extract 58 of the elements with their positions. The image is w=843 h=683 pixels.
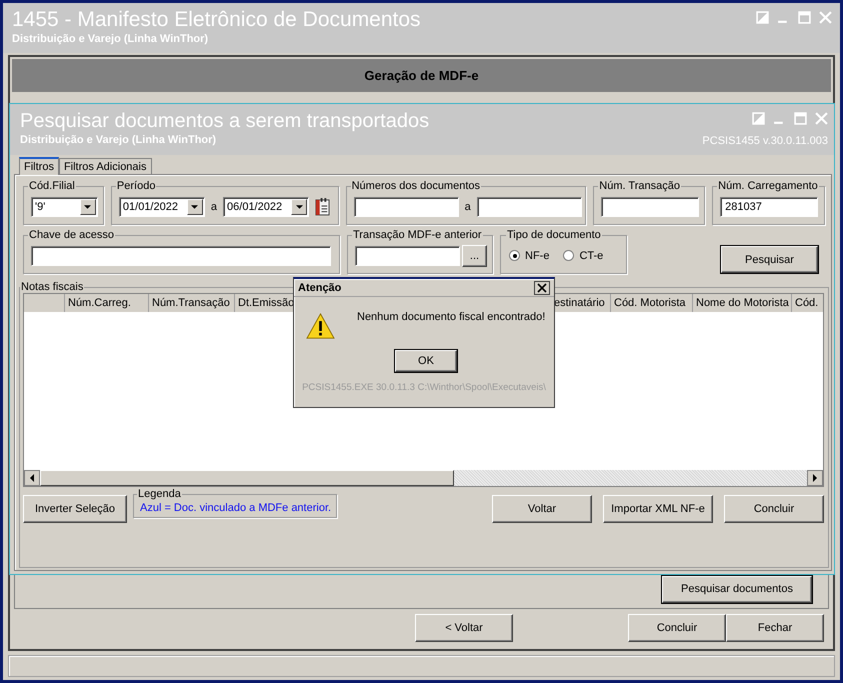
- back-button[interactable]: < Voltar: [415, 614, 513, 642]
- finish-button[interactable]: Concluir: [628, 614, 726, 642]
- horizontal-scrollbar[interactable]: [24, 470, 823, 486]
- separator-label: a: [464, 200, 471, 212]
- close-icon[interactable]: [534, 280, 550, 294]
- group-label: Período: [116, 180, 156, 192]
- input-field[interactable]: [601, 196, 700, 216]
- group-label: Tipo de documento: [506, 229, 602, 241]
- section-header: Geração de MDF-e: [12, 59, 831, 92]
- invert-selection-button[interactable]: Inverter Seleção: [23, 495, 127, 523]
- dropdown-icon: [296, 204, 303, 208]
- input-field[interactable]: [476, 196, 582, 216]
- date-field[interactable]: 06/01/2022: [223, 196, 310, 216]
- column-header[interactable]: Núm.Transação: [149, 294, 235, 312]
- back-button[interactable]: Voltar: [492, 495, 592, 523]
- ok-button[interactable]: OK: [395, 350, 457, 372]
- separator-label: a: [210, 200, 218, 212]
- input-field[interactable]: [354, 196, 459, 216]
- search-documents-button[interactable]: Pesquisar documentos: [662, 576, 812, 602]
- radio-button[interactable]: [563, 250, 574, 261]
- date-field[interactable]: 01/01/2022: [118, 196, 205, 216]
- dialog-footer: PCSIS1455.EXE 30.0.11.3 C:\Winthor\Spool\Executaveis\: [302, 382, 546, 393]
- scroll-right-icon[interactable]: [807, 470, 823, 486]
- dialog-title: Atenção: [298, 282, 342, 294]
- browse-button[interactable]: ...: [462, 244, 487, 266]
- scrollbar-thumb[interactable]: [40, 470, 454, 486]
- group-label: Núm. Carregamento: [717, 180, 819, 192]
- group-label: Transação MDF-e anterior: [352, 229, 483, 241]
- input-field[interactable]: [31, 246, 331, 266]
- radio-label: NF-e: [525, 250, 550, 262]
- finish-button[interactable]: Concluir: [724, 495, 824, 523]
- close-button[interactable]: Fechar: [726, 614, 824, 642]
- column-header[interactable]: Cód.: [792, 294, 818, 312]
- legend-text: Azul = Doc. vinculado a MDFe anterior.: [140, 502, 332, 514]
- dropdown-icon: [84, 204, 92, 208]
- radio-button[interactable]: [509, 250, 520, 261]
- import-xml-button[interactable]: Importar XML NF-e: [603, 495, 713, 523]
- group-label: Legenda: [137, 488, 182, 500]
- tab[interactable]: Filtros Adicionais: [58, 158, 152, 174]
- radio-label: CT-e: [579, 250, 604, 262]
- dialog-message: Nenhum documento fiscal encontrado!: [357, 311, 546, 323]
- column-header[interactable]: Nome do Motorista: [693, 294, 792, 312]
- input-field[interactable]: 281037: [720, 196, 818, 216]
- search-button[interactable]: Pesquisar: [721, 246, 818, 273]
- group-label: Núm. Transação: [598, 180, 681, 192]
- group-label: Notas fiscais: [20, 281, 84, 293]
- tab[interactable]: Filtros: [19, 157, 59, 175]
- group-label: Cód.Filial: [28, 180, 76, 192]
- warning-icon: [306, 313, 335, 340]
- dropdown-icon: [191, 204, 198, 208]
- group-label: Números dos documentos: [350, 180, 482, 192]
- branch-combo[interactable]: '9': [31, 196, 98, 216]
- input-field[interactable]: [355, 246, 460, 266]
- column-header[interactable]: Núm.Carreg.: [65, 294, 149, 312]
- group-label: Chave de acesso: [28, 229, 115, 241]
- calendar-icon[interactable]: [315, 197, 330, 216]
- scroll-left-icon[interactable]: [24, 470, 40, 486]
- column-header[interactable]: Cód. Motorista: [611, 294, 693, 312]
